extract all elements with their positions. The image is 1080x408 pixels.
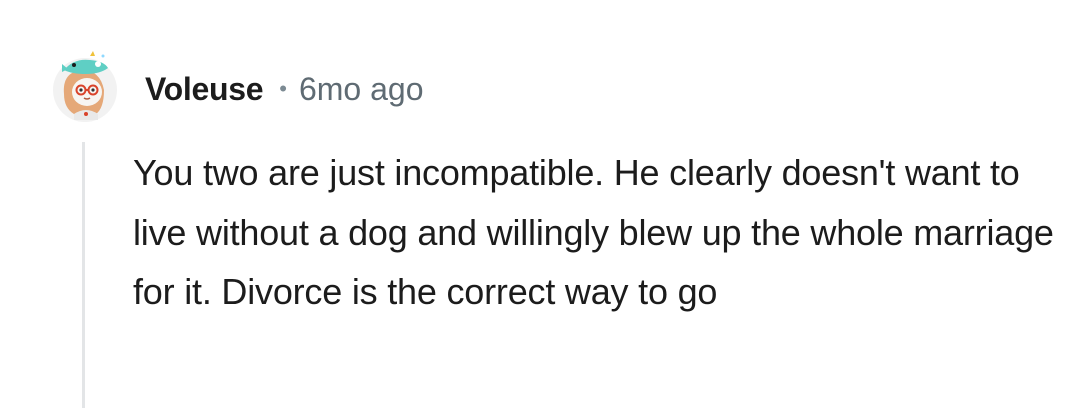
username-link[interactable]: Voleuse [145,71,264,108]
thread-collapse-line[interactable] [82,142,85,408]
comment: Voleuse • 6mo ago You two are just incom… [0,0,1080,408]
snoo-avatar-icon [53,51,117,122]
user-avatar[interactable] [50,50,120,122]
meta-separator: • [279,76,287,101]
comment-header: Voleuse • 6mo ago [145,68,423,110]
comment-body: You two are just incompatible. He clearl… [133,152,1054,312]
comment-timestamp: 6mo ago [298,70,424,107]
